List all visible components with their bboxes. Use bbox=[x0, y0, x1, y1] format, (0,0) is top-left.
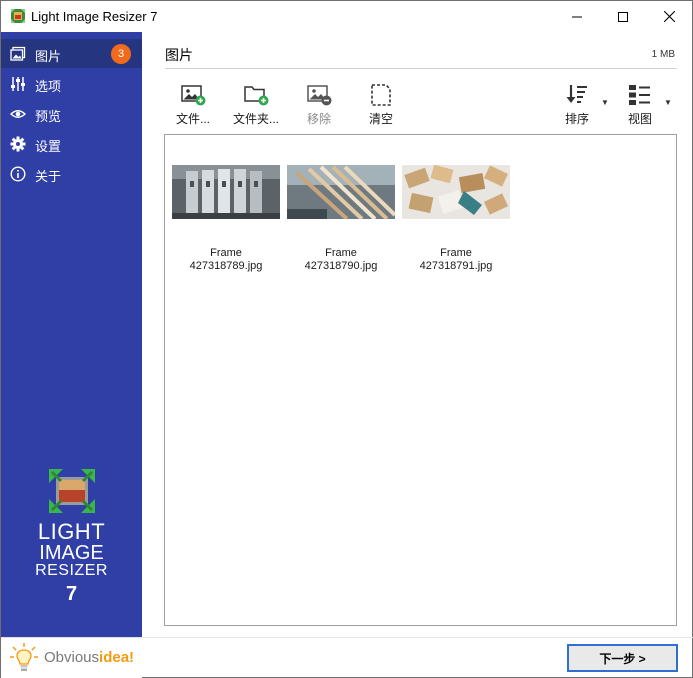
file-name: Frame 427318791.jpg bbox=[402, 247, 510, 273]
obviousidea-text-part1: Obvious bbox=[44, 649, 100, 666]
sidebar-item-preview[interactable]: 预览 bbox=[1, 99, 142, 128]
file-name-line1: Frame bbox=[210, 247, 242, 259]
sort-dropdown-chevron-icon[interactable]: ▼ bbox=[601, 98, 609, 107]
images-icon bbox=[10, 46, 26, 61]
clear-label: 清空 bbox=[368, 112, 393, 126]
file-thumbnail bbox=[287, 165, 395, 219]
file-name-line1: Frame bbox=[440, 247, 472, 259]
sort-button[interactable]: 排序 bbox=[547, 83, 607, 127]
sidebar-item-label: 图片 bbox=[35, 49, 62, 64]
file-name: Frame 427318789.jpg bbox=[172, 247, 280, 273]
images-count-badge: 3 bbox=[111, 44, 131, 64]
clear-icon bbox=[371, 84, 391, 106]
next-button[interactable]: 下一步 > bbox=[567, 644, 678, 672]
maximize-button[interactable] bbox=[600, 1, 646, 32]
file-thumbnail bbox=[402, 165, 510, 219]
brand-name-line3: RESIZER bbox=[35, 562, 108, 579]
file-name-line2: 427318791.jpg bbox=[419, 260, 493, 272]
sort-label: 排序 bbox=[564, 112, 589, 126]
add-folder-label: 文件夹... bbox=[232, 112, 279, 126]
file-list-area[interactable]: Frame427318789.jpg Frame427318790.jpg bbox=[164, 134, 677, 626]
view-label: 视图 bbox=[627, 112, 652, 126]
header-divider bbox=[165, 68, 677, 69]
add-folder-button[interactable]: 文件夹... bbox=[226, 83, 286, 127]
brand-logo-icon bbox=[49, 469, 95, 513]
lightbulb-icon bbox=[10, 643, 38, 671]
footer-divider bbox=[142, 637, 693, 638]
add-files-button[interactable]: 文件... bbox=[163, 83, 223, 127]
app-icon bbox=[11, 9, 25, 23]
sidebar-item-options[interactable]: 选项 bbox=[1, 69, 142, 98]
obviousidea-link[interactable]: Obviousidea! bbox=[1, 637, 142, 678]
add-files-label: 文件... bbox=[175, 112, 210, 126]
sliders-icon bbox=[11, 77, 25, 91]
obviousidea-text-part2: idea! bbox=[99, 649, 135, 666]
info-icon bbox=[10, 166, 26, 182]
view-list-icon bbox=[629, 85, 650, 105]
total-size-label: 1 MB bbox=[651, 49, 675, 60]
brand-version: 7 bbox=[65, 583, 78, 605]
window-title: Light Image Resizer 7 bbox=[31, 9, 158, 24]
close-icon bbox=[663, 11, 675, 22]
sidebar: 图片 3 选项 预览 设置 关于 LIGHT IMAGE RESIZER 7 bbox=[1, 32, 142, 637]
minimize-button[interactable] bbox=[554, 1, 600, 32]
remove-button[interactable]: 移除 bbox=[289, 83, 349, 127]
sidebar-item-label: 设置 bbox=[35, 139, 62, 154]
page-title: 图片 bbox=[165, 47, 193, 63]
sidebar-item-label: 预览 bbox=[35, 109, 62, 124]
file-name-line2: 427318790.jpg bbox=[304, 260, 378, 272]
gear-icon bbox=[10, 136, 26, 152]
add-folder-icon bbox=[244, 86, 269, 106]
sidebar-item-label: 选项 bbox=[35, 79, 62, 94]
file-thumbnail bbox=[172, 165, 280, 219]
sidebar-item-settings[interactable]: 设置 bbox=[1, 129, 142, 158]
title-bar: Light Image Resizer 7 bbox=[1, 1, 692, 32]
sidebar-item-about[interactable]: 关于 bbox=[1, 159, 142, 188]
maximize-icon bbox=[618, 11, 628, 22]
obviousidea-logo: Obviousidea! bbox=[44, 649, 134, 666]
file-name: Frame 427318790.jpg bbox=[287, 247, 395, 273]
file-name-line1: Frame bbox=[325, 247, 357, 259]
add-image-icon bbox=[181, 85, 206, 106]
remove-image-icon bbox=[307, 85, 332, 106]
eye-icon bbox=[10, 110, 26, 118]
clear-button[interactable]: 清空 bbox=[351, 83, 411, 127]
app-window: Light Image Resizer 7 图片 3 选项 预览 设置 关于 L… bbox=[0, 0, 693, 678]
sidebar-item-label: 关于 bbox=[35, 169, 62, 184]
close-button[interactable] bbox=[646, 1, 692, 32]
sidebar-item-images[interactable]: 图片 3 bbox=[1, 39, 142, 68]
view-dropdown-chevron-icon[interactable]: ▼ bbox=[664, 98, 672, 107]
view-button[interactable]: 视图 bbox=[610, 83, 670, 127]
file-name-line2: 427318789.jpg bbox=[189, 260, 263, 272]
remove-label: 移除 bbox=[306, 112, 331, 126]
sort-icon bbox=[566, 85, 587, 103]
minimize-icon bbox=[572, 16, 582, 17]
